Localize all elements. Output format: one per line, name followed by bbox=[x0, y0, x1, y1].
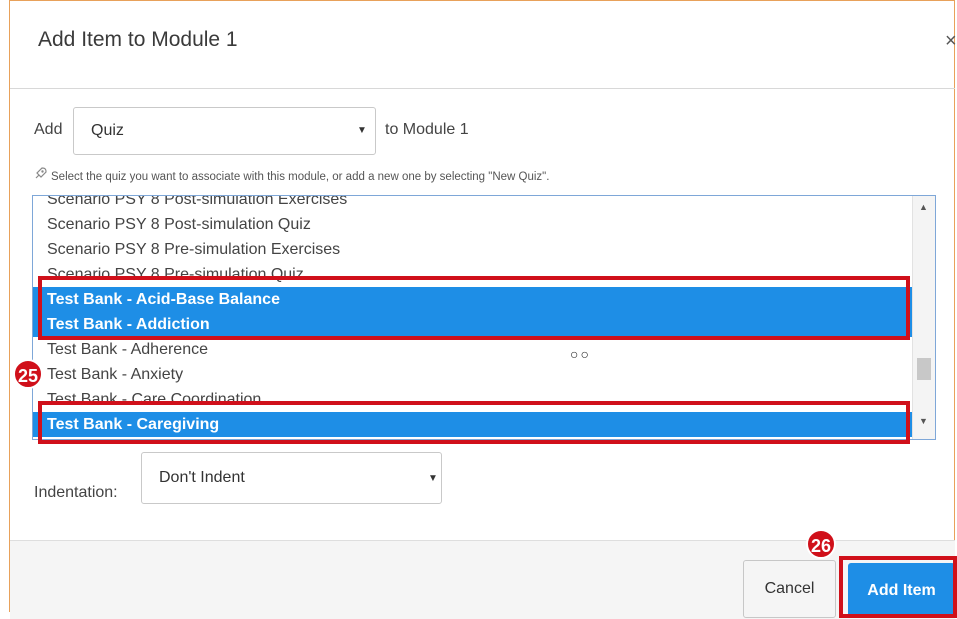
quiz-option[interactable]: Test Bank - Care Coordination bbox=[33, 387, 913, 412]
quiz-option[interactable]: Scenario PSY 8 Pre-simulation Exercises bbox=[33, 237, 913, 262]
add-item-button[interactable]: Add Item bbox=[848, 563, 955, 618]
step-badge-26: 26 bbox=[806, 529, 836, 559]
indentation-label: Indentation: bbox=[34, 484, 118, 501]
rocket-icon bbox=[34, 167, 48, 183]
indentation-select[interactable]: Don't Indent ▼ bbox=[141, 452, 442, 504]
listbox-scrollbar[interactable]: ▲ ▼ bbox=[912, 196, 935, 439]
chevron-down-icon: ▼ bbox=[357, 125, 367, 136]
quiz-option[interactable]: Test Bank - Addiction bbox=[33, 312, 913, 337]
item-type-value: Quiz bbox=[91, 122, 124, 139]
add-item-dialog: Add Item to Module 1 × Add Quiz ▼ to Mod… bbox=[0, 0, 957, 619]
chevron-down-icon: ▼ bbox=[428, 473, 438, 484]
add-label: Add bbox=[34, 121, 63, 138]
quiz-option[interactable]: Test Bank - Adherence bbox=[33, 337, 913, 362]
cursor-indicator: ○○ bbox=[570, 346, 591, 362]
item-type-select[interactable]: Quiz ▼ bbox=[73, 107, 376, 155]
close-icon[interactable]: × bbox=[945, 31, 957, 51]
quiz-option[interactable]: Scenario PSY 8 Pre-simulation Quiz bbox=[33, 262, 913, 287]
hint-text: Select the quiz you want to associate wi… bbox=[34, 167, 549, 183]
quiz-list: Scenario PSY 8 Post-simulation Exercises… bbox=[33, 196, 913, 437]
indentation-value: Don't Indent bbox=[159, 469, 245, 486]
quiz-option[interactable]: Test Bank - Acid-Base Balance bbox=[33, 287, 913, 312]
cancel-button[interactable]: Cancel bbox=[743, 560, 836, 618]
hint-label: Select the quiz you want to associate wi… bbox=[51, 171, 550, 183]
header-divider bbox=[10, 88, 955, 89]
scrollbar-thumb[interactable] bbox=[917, 358, 931, 380]
quiz-option[interactable]: Test Bank - Caregiving bbox=[33, 412, 913, 437]
quiz-option[interactable]: Scenario PSY 8 Post-simulation Exercises bbox=[33, 196, 913, 212]
dialog-title: Add Item to Module 1 bbox=[38, 28, 238, 51]
step-badge-25: 25 bbox=[13, 359, 43, 389]
scroll-up-icon[interactable]: ▲ bbox=[919, 202, 928, 212]
quiz-option[interactable]: Scenario PSY 8 Post-simulation Quiz bbox=[33, 212, 913, 237]
quiz-option[interactable]: Test Bank - Anxiety bbox=[33, 362, 913, 387]
quiz-listbox[interactable]: Scenario PSY 8 Post-simulation Exercises… bbox=[32, 195, 936, 440]
to-module-label: to Module 1 bbox=[385, 121, 469, 138]
scroll-down-icon[interactable]: ▼ bbox=[919, 416, 928, 426]
